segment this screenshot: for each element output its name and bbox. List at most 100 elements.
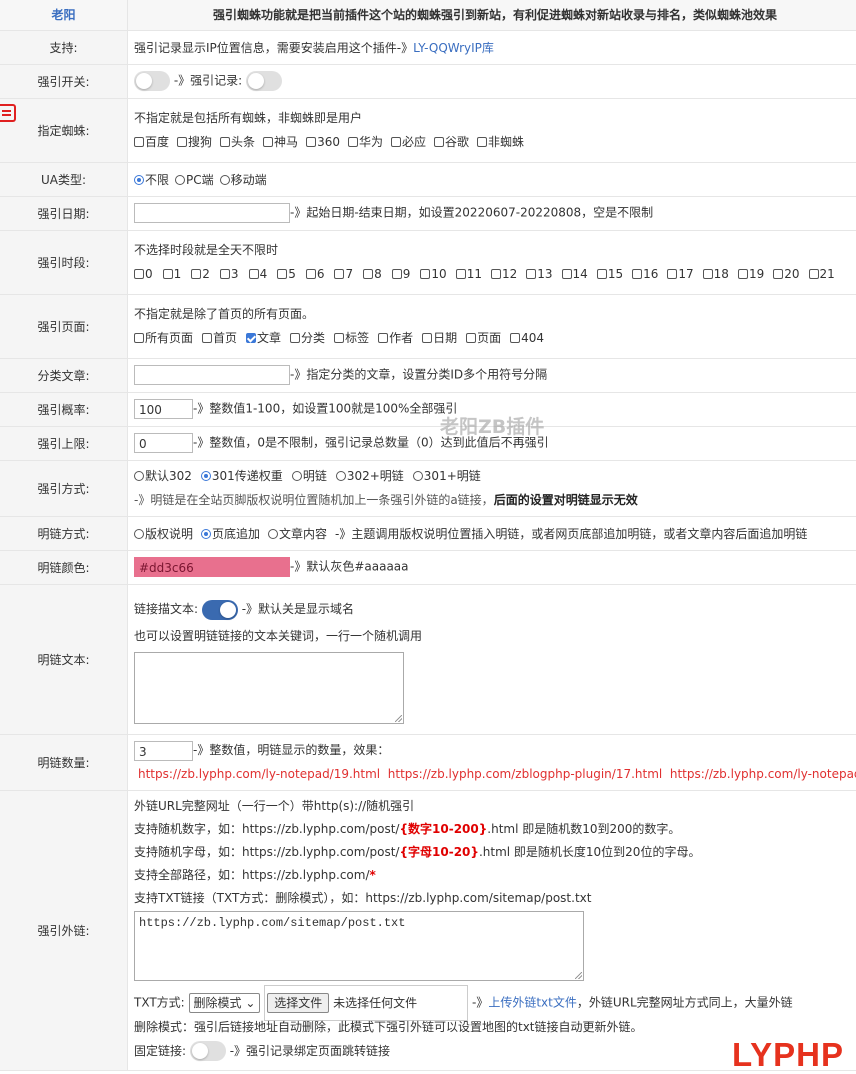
hour-option-19[interactable]: 19 <box>738 262 764 286</box>
method-option-0[interactable]: 默认302 <box>134 464 192 488</box>
spider-option-4-box[interactable] <box>306 137 316 147</box>
method-option-3[interactable]: 302+明链 <box>336 464 404 488</box>
hour-option-11[interactable]: 11 <box>456 262 482 286</box>
method-option-2[interactable]: 明链 <box>292 464 327 488</box>
spider-option-5[interactable]: 华为 <box>348 130 383 154</box>
spider-option-2[interactable]: 头条 <box>220 130 255 154</box>
hour-option-0-box[interactable] <box>134 269 144 279</box>
fixed-link-toggle[interactable] <box>190 1041 226 1061</box>
spider-option-8-box[interactable] <box>477 137 487 147</box>
spider-option-0-box[interactable] <box>134 137 144 147</box>
page-option-2-box[interactable] <box>246 333 256 343</box>
hour-option-21[interactable]: 21 <box>809 262 835 286</box>
page-option-5[interactable]: 作者 <box>378 326 413 350</box>
ua-option-1[interactable]: PC端 <box>175 171 214 188</box>
page-option-2[interactable]: 文章 <box>246 326 281 350</box>
category-input[interactable] <box>134 365 290 385</box>
hour-option-20[interactable]: 20 <box>773 262 799 286</box>
hour-option-2[interactable]: 2 <box>191 262 210 286</box>
page-option-4-box[interactable] <box>334 333 344 343</box>
choose-file-button[interactable]: 选择文件 <box>267 993 329 1013</box>
page-option-1-box[interactable] <box>202 333 212 343</box>
method-option-0-radio[interactable] <box>134 471 144 481</box>
method-option-4[interactable]: 301+明链 <box>413 464 481 488</box>
method-option-2-radio[interactable] <box>292 471 302 481</box>
spider-option-0[interactable]: 百度 <box>134 130 169 154</box>
method-option-4-radio[interactable] <box>413 471 423 481</box>
spider-option-1[interactable]: 搜狗 <box>177 130 212 154</box>
hour-option-6[interactable]: 6 <box>306 262 325 286</box>
page-option-3[interactable]: 分类 <box>290 326 325 350</box>
page-option-5-box[interactable] <box>378 333 388 343</box>
spider-option-3[interactable]: 神马 <box>263 130 298 154</box>
menu-icon[interactable] <box>0 104 16 122</box>
page-option-6-box[interactable] <box>422 333 432 343</box>
page-option-3-box[interactable] <box>290 333 300 343</box>
hour-option-5-box[interactable] <box>277 269 287 279</box>
spider-option-4[interactable]: 360 <box>306 130 340 154</box>
link-mode-option-0[interactable]: 版权说明 <box>134 525 193 542</box>
link-mode-option-1[interactable]: 页底追加 <box>201 525 260 542</box>
link-mode-option-2-radio[interactable] <box>268 529 278 539</box>
resize-grip-icon[interactable] <box>395 715 402 722</box>
hour-option-12-box[interactable] <box>491 269 501 279</box>
resize-grip-icon[interactable] <box>575 972 582 979</box>
page-option-0[interactable]: 所有页面 <box>134 326 193 350</box>
hour-option-18-box[interactable] <box>703 269 713 279</box>
ua-option-2[interactable]: 移动端 <box>220 171 267 188</box>
hour-option-1-box[interactable] <box>163 269 173 279</box>
page-option-4[interactable]: 标签 <box>334 326 369 350</box>
record-toggle[interactable] <box>246 71 282 91</box>
hour-option-1[interactable]: 1 <box>163 262 182 286</box>
hour-option-10[interactable]: 10 <box>420 262 446 286</box>
page-option-1[interactable]: 首页 <box>202 326 237 350</box>
hour-option-7[interactable]: 7 <box>334 262 353 286</box>
link-mode-option-0-radio[interactable] <box>134 529 144 539</box>
spider-option-6[interactable]: 必应 <box>391 130 426 154</box>
hour-option-4-box[interactable] <box>249 269 259 279</box>
limit-input[interactable]: 0 <box>134 433 193 453</box>
hour-option-5[interactable]: 5 <box>277 262 296 286</box>
link-count-input[interactable]: 3 <box>134 741 193 761</box>
upload-txt-link[interactable]: 上传外链txt文件 <box>488 995 577 1009</box>
link-mode-option-2[interactable]: 文章内容 <box>268 525 327 542</box>
page-option-7[interactable]: 页面 <box>466 326 501 350</box>
link-color-input[interactable]: #dd3c66 <box>134 557 290 577</box>
hour-option-6-box[interactable] <box>306 269 316 279</box>
spider-option-7[interactable]: 谷歌 <box>434 130 469 154</box>
spider-option-8[interactable]: 非蜘蛛 <box>477 130 524 154</box>
hour-option-7-box[interactable] <box>334 269 344 279</box>
hour-option-11-box[interactable] <box>456 269 466 279</box>
ua-option-0[interactable]: 不限 <box>134 171 169 188</box>
spider-option-6-box[interactable] <box>391 137 401 147</box>
page-option-8-box[interactable] <box>510 333 520 343</box>
page-option-7-box[interactable] <box>466 333 476 343</box>
txt-mode-select[interactable]: 删除模式 ⌄ <box>189 993 261 1013</box>
external-textarea[interactable]: https://zb.lyphp.com/sitemap/post.txt <box>134 911 584 981</box>
hour-option-9[interactable]: 9 <box>392 262 411 286</box>
link-text-textarea[interactable] <box>134 652 404 724</box>
hour-option-17[interactable]: 17 <box>667 262 693 286</box>
hour-option-20-box[interactable] <box>773 269 783 279</box>
hour-option-10-box[interactable] <box>420 269 430 279</box>
hour-option-18[interactable]: 18 <box>703 262 729 286</box>
hour-option-2-box[interactable] <box>191 269 201 279</box>
hour-option-16-box[interactable] <box>632 269 642 279</box>
hour-option-14-box[interactable] <box>562 269 572 279</box>
page-option-6[interactable]: 日期 <box>422 326 457 350</box>
hour-option-8[interactable]: 8 <box>363 262 382 286</box>
hour-option-12[interactable]: 12 <box>491 262 517 286</box>
hour-option-15-box[interactable] <box>597 269 607 279</box>
hour-option-21-box[interactable] <box>809 269 819 279</box>
hour-option-19-box[interactable] <box>738 269 748 279</box>
hour-option-0[interactable]: 0 <box>134 262 153 286</box>
spider-option-2-box[interactable] <box>220 137 230 147</box>
anchor-text-toggle[interactable] <box>202 600 238 620</box>
method-option-1[interactable]: 301传递权重 <box>201 464 283 488</box>
hour-option-13[interactable]: 13 <box>526 262 552 286</box>
date-input[interactable] <box>134 203 290 223</box>
probability-input[interactable]: 100 <box>134 399 193 419</box>
qqwry-link[interactable]: LY-QQWryIP库 <box>413 41 494 55</box>
redirect-toggle[interactable] <box>134 71 170 91</box>
spider-option-7-box[interactable] <box>434 137 444 147</box>
